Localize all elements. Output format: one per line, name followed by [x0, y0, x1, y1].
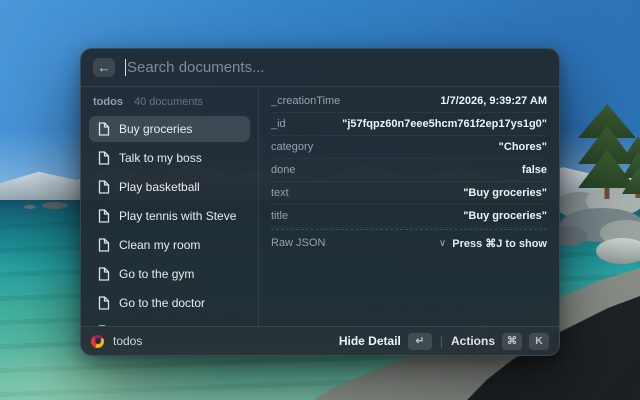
hide-detail-button[interactable]: Hide Detail ↵	[338, 332, 432, 350]
detail-field-row: _id "j57fqpz60n7eee5hcm761f2ep17ys1g0"	[271, 113, 547, 136]
k-key-icon: K	[529, 332, 549, 350]
hide-detail-label: Hide Detail	[338, 334, 401, 348]
field-label: category	[271, 141, 314, 153]
detail-field-row: text "Buy groceries"	[271, 182, 547, 205]
document-icon	[98, 180, 110, 194]
list-item[interactable]: Go to the doctor	[89, 290, 250, 316]
list-item-label: Go to the gym	[119, 267, 195, 281]
document-icon	[98, 267, 110, 281]
actions-button[interactable]: Actions ⌘ K	[450, 332, 549, 350]
actions-label: Actions	[450, 334, 495, 348]
wallpaper-water-boulder	[596, 238, 640, 264]
document-icon	[98, 151, 110, 165]
field-value: "Chores"	[498, 141, 547, 153]
search-input[interactable]	[127, 59, 547, 76]
document-icon	[98, 238, 110, 252]
footer-actions: Hide Detail ↵ | Actions ⌘ K	[338, 332, 549, 350]
field-value: false	[521, 164, 547, 176]
footer-bar: todos Hide Detail ↵ | Actions ⌘ K	[81, 326, 559, 355]
detail-field-row: category "Chores"	[271, 136, 547, 159]
list-item[interactable]: Buy groceries	[89, 116, 250, 142]
document-icon	[98, 209, 110, 223]
detail-field-row: title "Buy groceries"	[271, 205, 547, 228]
field-value: "j57fqpz60n7eee5hcm761f2ep17ys1g0"	[342, 118, 547, 130]
raw-json-hint-wrap: ∨ Press ⌘J to show	[439, 237, 547, 250]
list-item-label: Talk to my boss	[119, 151, 202, 165]
convex-logo-icon	[91, 334, 104, 348]
field-label: text	[271, 187, 289, 199]
field-value: 1/7/2026, 9:39:27 AM	[440, 95, 547, 107]
list-item-label: Buy groceries	[119, 122, 193, 136]
results-list: Buy groceries Talk to my boss Play baske…	[81, 114, 258, 326]
document-icon	[98, 296, 110, 310]
wallpaper-rock-small	[42, 202, 68, 209]
field-label: _id	[271, 118, 286, 130]
results-panel: todos 40 documents Buy groceries Talk to…	[81, 87, 259, 326]
footer-divider: |	[439, 334, 443, 348]
search-bar: ←	[81, 49, 559, 87]
list-item[interactable]: Talk to my boss	[89, 145, 250, 171]
list-item[interactable]: Do laundry	[89, 319, 250, 326]
list-item[interactable]: Go to the gym	[89, 261, 250, 287]
document-count: 40 documents	[133, 96, 204, 108]
raw-json-toggle[interactable]: Raw JSON ∨ Press ⌘J to show	[271, 229, 547, 256]
wallpaper-rock-small	[24, 205, 36, 209]
search-input-wrap	[125, 59, 547, 76]
window-body: todos 40 documents Buy groceries Talk to…	[81, 87, 559, 326]
field-label: title	[271, 210, 289, 222]
detail-field-row: done false	[271, 159, 547, 182]
field-label: done	[271, 164, 296, 176]
raw-json-hint: Press ⌘J to show	[452, 237, 547, 250]
field-label: _creationTime	[271, 95, 341, 107]
chevron-down-icon: ∨	[438, 237, 447, 249]
search-window: ← todos 40 documents Buy groceries	[80, 48, 560, 356]
back-arrow-icon: ←	[97, 60, 111, 75]
list-item[interactable]: Play tennis with Steve	[89, 203, 250, 229]
footer-app-label: todos	[113, 334, 143, 348]
document-icon	[98, 122, 110, 136]
field-value: "Buy groceries"	[463, 210, 547, 222]
list-item-label: Play basketball	[119, 180, 200, 194]
back-button[interactable]: ←	[93, 58, 115, 77]
list-item[interactable]: Play basketball	[89, 174, 250, 200]
raw-json-label: Raw JSON	[271, 237, 326, 249]
collection-name: todos	[93, 96, 123, 108]
list-item[interactable]: Clean my room	[89, 232, 250, 258]
desktop: ← todos 40 documents Buy groceries	[0, 0, 640, 400]
list-item-label: Go to the doctor	[119, 296, 206, 310]
wallpaper-pine-tree	[622, 136, 640, 198]
list-item-label: Play tennis with Steve	[119, 209, 237, 223]
field-value: "Buy groceries"	[463, 187, 547, 199]
detail-field-row: _creationTime 1/7/2026, 9:39:27 AM	[271, 90, 547, 113]
cmd-key-icon: ⌘	[502, 332, 522, 350]
list-item-label: Clean my room	[119, 238, 201, 252]
enter-key-icon: ↵	[407, 332, 432, 350]
detail-panel: _creationTime 1/7/2026, 9:39:27 AM _id "…	[259, 87, 559, 326]
results-header: todos 40 documents	[81, 87, 258, 114]
text-caret	[125, 59, 126, 76]
